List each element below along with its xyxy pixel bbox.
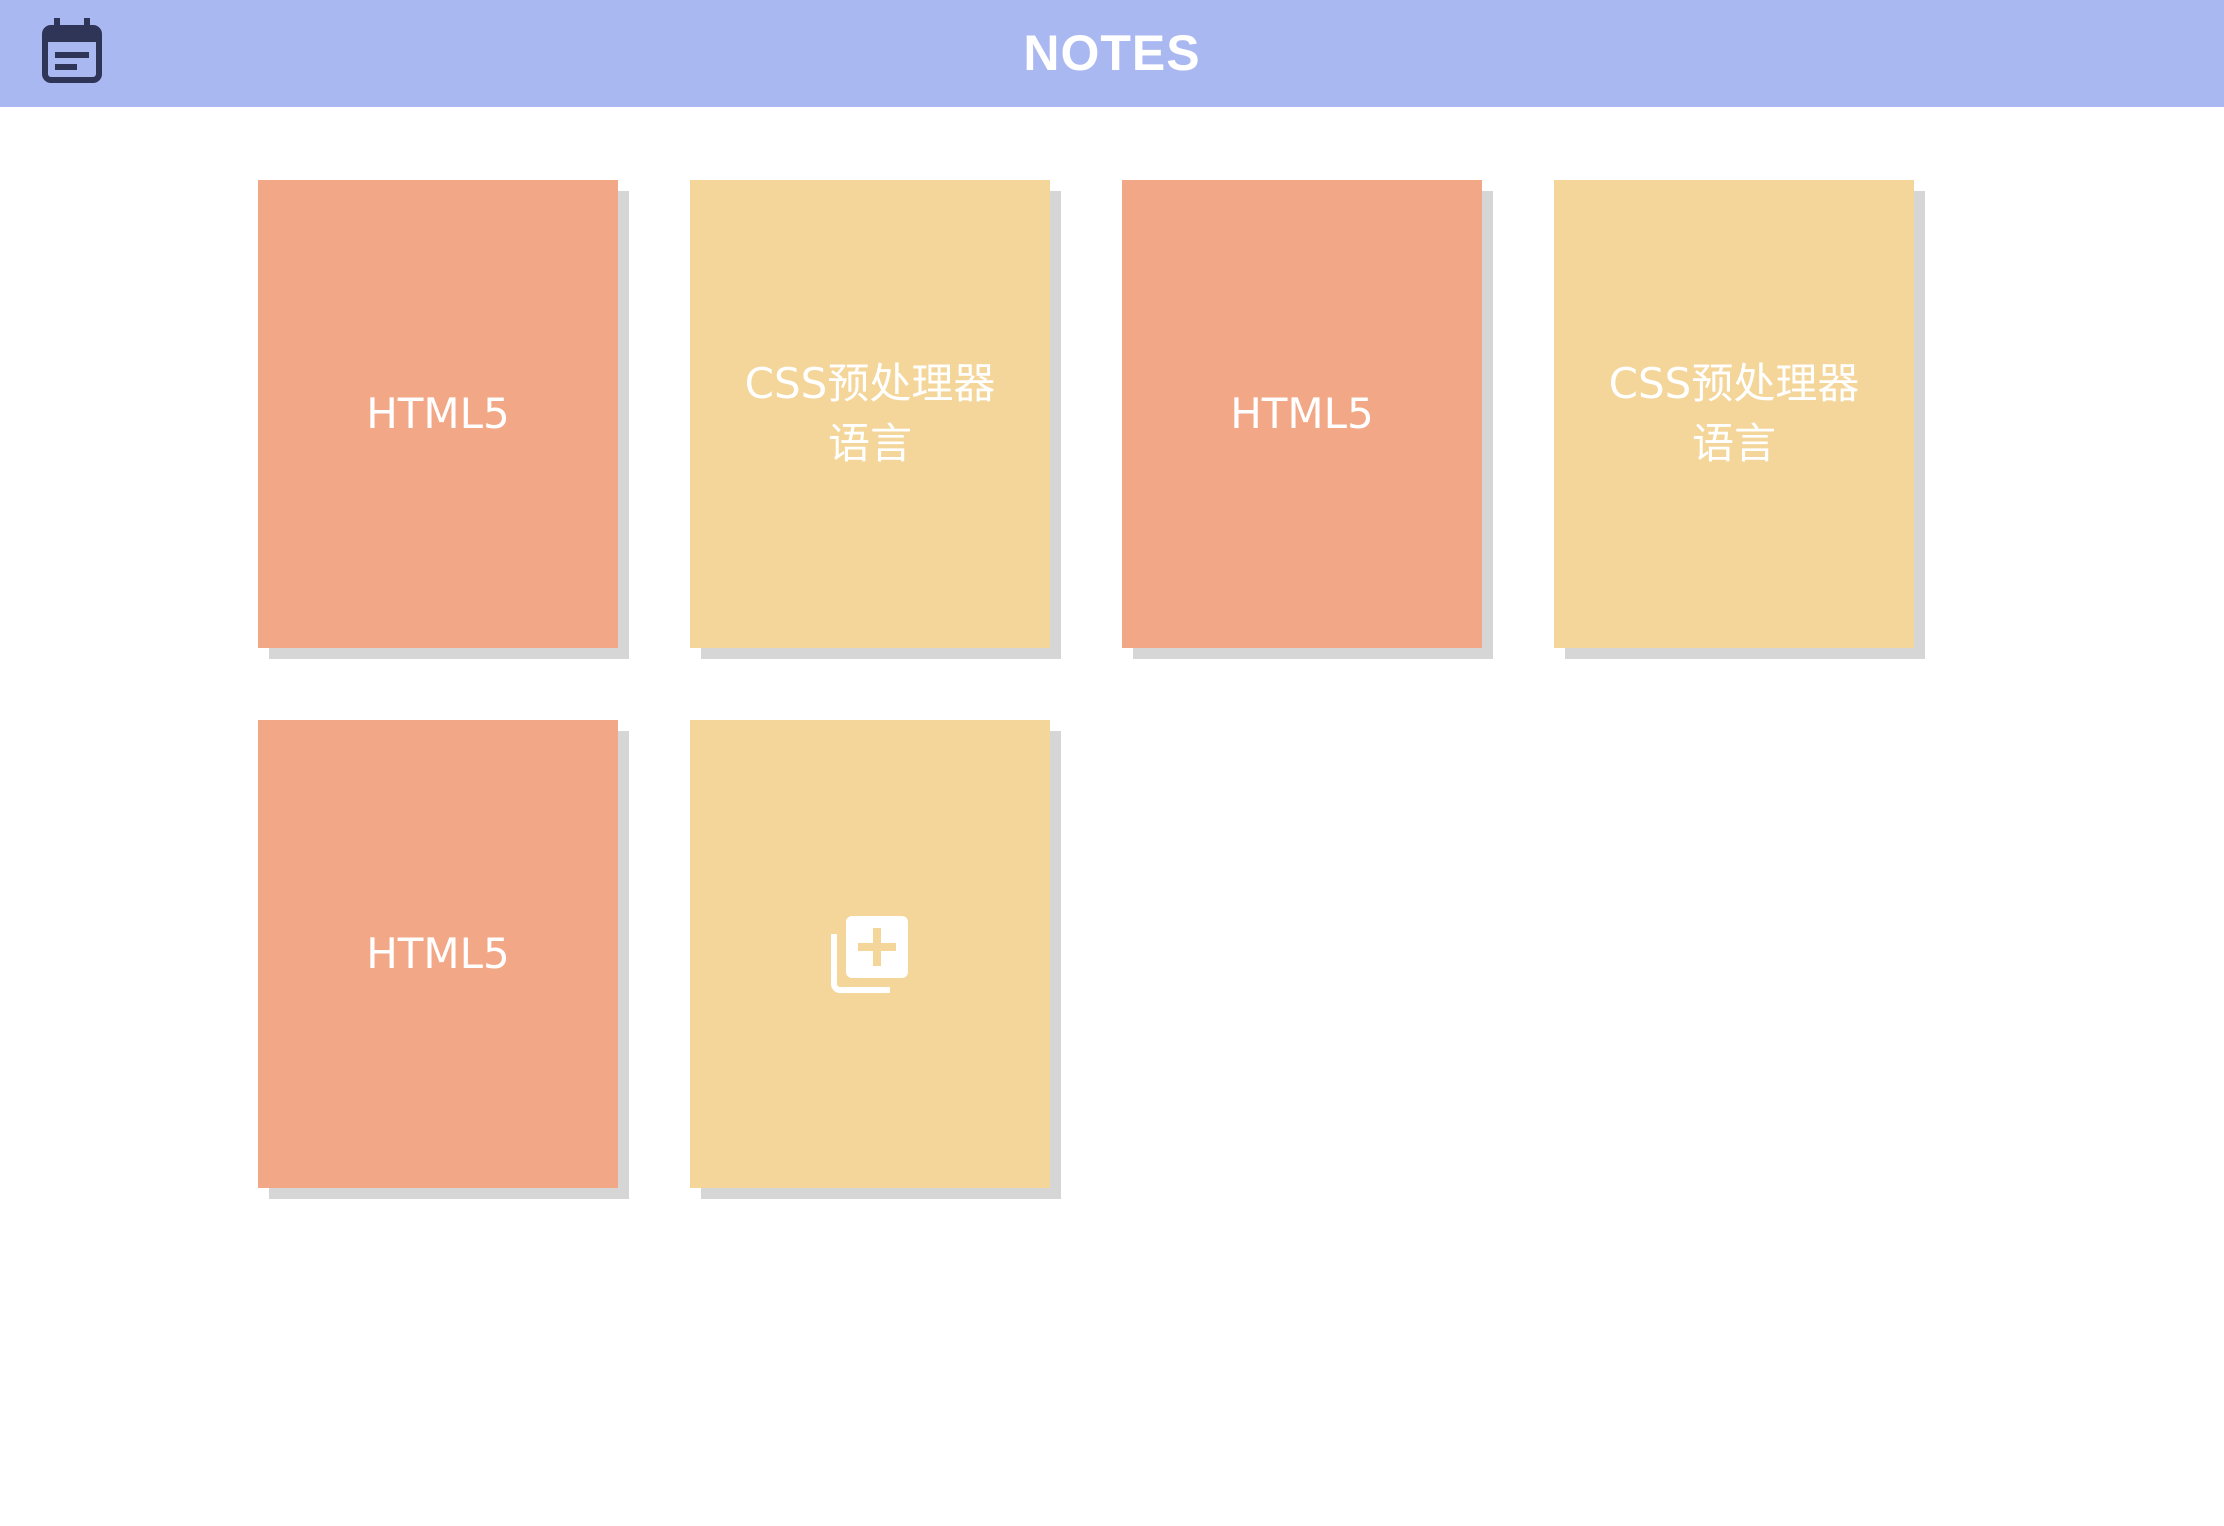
note-title: HTML5 <box>1230 389 1374 438</box>
page-title: NOTES <box>1023 25 1201 81</box>
note-title: CSS预处理器 语言 <box>744 359 996 468</box>
app-header: NOTES <box>0 0 2224 107</box>
note-card[interactable]: CSS预处理器 语言 <box>1554 180 1914 648</box>
note-title: HTML5 <box>366 929 510 978</box>
add-note-button[interactable] <box>690 720 1050 1188</box>
note-card[interactable]: HTML5 <box>258 180 618 648</box>
add-note-icon <box>831 916 908 993</box>
note-title: CSS预处理器 语言 <box>1608 359 1860 468</box>
note-title: HTML5 <box>366 389 510 438</box>
note-card[interactable]: CSS预处理器 语言 <box>690 180 1050 648</box>
note-card[interactable]: HTML5 <box>258 720 618 1188</box>
note-card[interactable]: HTML5 <box>1122 180 1482 648</box>
